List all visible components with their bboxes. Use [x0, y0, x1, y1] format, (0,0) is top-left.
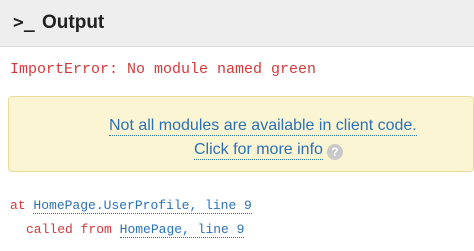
- more-info-link[interactable]: Click for more info: [194, 141, 323, 160]
- output-title: Output: [42, 12, 105, 33]
- traceback-location-link[interactable]: HomePage, line 9: [119, 222, 245, 238]
- output-header: >_ Output: [0, 0, 474, 47]
- import-error-message: ImportError: No module named green: [10, 61, 317, 78]
- help-question-icon[interactable]: ?: [326, 144, 343, 160]
- notice-line1-container: Not all modules are available in client …: [9, 116, 473, 136]
- modules-unavailable-link[interactable]: Not all modules are available in client …: [109, 117, 417, 136]
- traceback-location-link[interactable]: HomePage.UserProfile, line 9: [33, 198, 252, 214]
- terminal-prompt-icon: >_: [13, 12, 35, 33]
- client-modules-notice: Not all modules are available in client …: [8, 96, 474, 172]
- traceback-line: called from HomePage, line 9: [26, 221, 245, 239]
- traceback-line: at HomePage.UserProfile, line 9: [10, 197, 252, 215]
- notice-line2-container: Click for more info?: [194, 140, 343, 160]
- output-panel: >_ Output ImportError: No module named g…: [0, 0, 474, 251]
- traceback-prefix: at: [10, 198, 26, 213]
- traceback-prefix: called from: [26, 222, 112, 237]
